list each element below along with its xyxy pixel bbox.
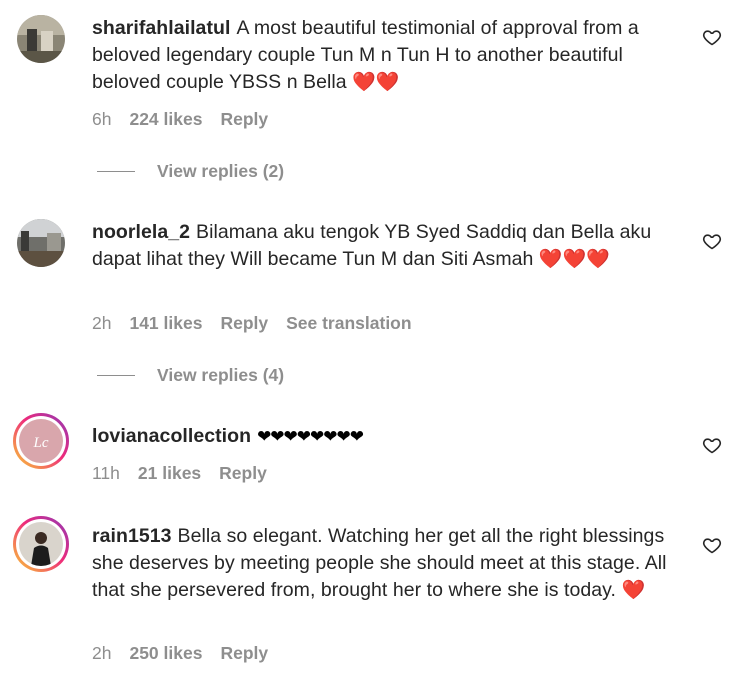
avatar-image — [19, 522, 63, 566]
comment-body: sharifahlailatul A most beautiful testimo… — [92, 15, 682, 96]
comment-emoji: ❤❤❤❤❤❤❤❤ — [257, 427, 364, 446]
comment-body: lovianacollection ❤❤❤❤❤❤❤❤ — [92, 423, 682, 450]
comment-meta: 2h 141 likes Reply See translation — [92, 313, 430, 334]
view-replies-label: View replies (2) — [157, 161, 285, 181]
view-replies-button[interactable]: View replies (2) — [97, 161, 284, 182]
avatar[interactable] — [13, 516, 69, 572]
comment-emoji: ❤️❤️ — [352, 72, 400, 93]
heart-outline-icon[interactable] — [702, 435, 722, 455]
heart-outline-icon[interactable] — [702, 535, 722, 555]
divider-line — [97, 374, 135, 376]
avatar[interactable] — [17, 15, 65, 63]
comment-body: noorlela_2 Bilamana aku tengok YB Syed Sa… — [92, 219, 682, 273]
divider-line — [97, 170, 135, 172]
comment-likes[interactable]: 224 likes — [129, 109, 202, 129]
avatar-ring: Lc — [16, 416, 66, 466]
comment-likes[interactable]: 250 likes — [129, 643, 202, 663]
reply-button[interactable]: Reply — [219, 463, 267, 483]
comment-likes[interactable]: 141 likes — [129, 313, 202, 333]
comment-time[interactable]: 2h — [92, 643, 111, 663]
comment-likes[interactable]: 21 likes — [138, 463, 201, 483]
avatar-monogram: Lc — [33, 435, 49, 451]
comment-emoji: ❤️ — [621, 580, 646, 601]
comment-time[interactable]: 2h — [92, 313, 111, 333]
avatar-image: Lc — [19, 419, 63, 463]
comment-meta: 11h 21 likes Reply — [92, 463, 285, 484]
comment-username[interactable]: lovianacollection — [92, 425, 251, 447]
comment-time[interactable]: 6h — [92, 109, 111, 129]
comment-meta: 6h 224 likes Reply — [92, 109, 286, 130]
comment-emoji: ❤️❤️❤️ — [538, 249, 611, 270]
comment-time[interactable]: 11h — [92, 463, 120, 483]
comment-body: rain1513 Bella so elegant. Watching her g… — [92, 523, 682, 604]
comment-username[interactable]: noorlela_2 — [92, 221, 190, 243]
comment-text: Bella so elegant. Watching her get all t… — [92, 525, 667, 601]
comment-meta: 2h 250 likes Reply — [92, 643, 286, 664]
avatar[interactable]: Lc — [13, 413, 69, 469]
comment-username[interactable]: rain1513 — [92, 525, 172, 547]
comment-username[interactable]: sharifahlailatul — [92, 17, 230, 39]
heart-outline-icon[interactable] — [702, 27, 722, 47]
avatar-ring — [16, 519, 66, 569]
view-replies-label: View replies (4) — [157, 365, 285, 385]
avatar[interactable] — [17, 219, 65, 267]
reply-button[interactable]: Reply — [220, 313, 268, 333]
reply-button[interactable]: Reply — [220, 643, 268, 663]
see-translation-button[interactable]: See translation — [286, 313, 411, 333]
view-replies-button[interactable]: View replies (4) — [97, 365, 284, 386]
heart-outline-icon[interactable] — [702, 231, 722, 251]
reply-button[interactable]: Reply — [220, 109, 268, 129]
